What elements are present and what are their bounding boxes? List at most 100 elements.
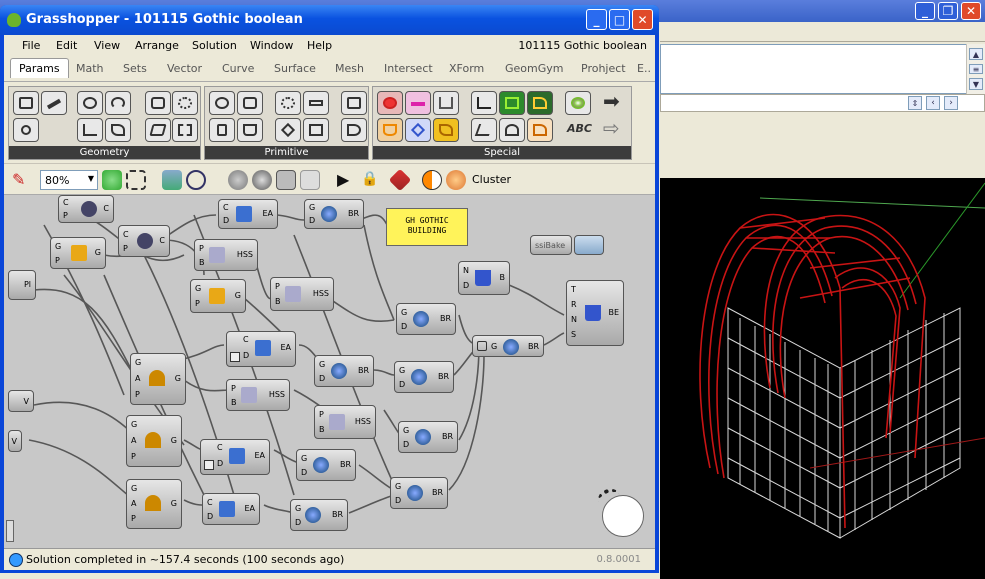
gh-minimize-button[interactable]: _ (586, 9, 607, 30)
scribble-icon[interactable] (377, 118, 403, 142)
component-gbr[interactable]: G BR (472, 335, 544, 357)
path-param-icon[interactable] (341, 91, 367, 115)
slider-icon[interactable] (405, 91, 431, 115)
tab-xform[interactable]: XForm (449, 62, 484, 75)
rhino-command-prompt[interactable]: ⇕ ‹ › (660, 94, 985, 112)
cluster-label[interactable]: Cluster (472, 173, 511, 186)
brep-param-icon[interactable] (172, 91, 198, 115)
menu-edit[interactable]: Edit (56, 39, 77, 52)
colour-swatch-icon[interactable] (565, 91, 591, 115)
gh-close-button[interactable]: ✕ (632, 9, 653, 30)
named-views-icon[interactable] (162, 170, 182, 190)
arc-param-icon[interactable] (105, 91, 131, 115)
component-cp-mid[interactable]: C P C (118, 225, 170, 257)
data-input-icon[interactable] (433, 91, 459, 115)
panel-label-geometry[interactable]: Geometry (9, 146, 200, 159)
rhino-close-button[interactable]: ✕ (961, 2, 981, 20)
bake-preview-button[interactable] (574, 235, 604, 255)
vector-param-icon[interactable] (41, 91, 67, 115)
component-gpg[interactable]: G P G (50, 237, 106, 269)
component-br-3[interactable]: G D BR (314, 355, 374, 387)
component-be[interactable]: T R N S BE (566, 280, 624, 346)
component-hss-3[interactable]: P B HSS (226, 379, 290, 411)
component-gpg-2[interactable]: G P G (190, 279, 246, 313)
component-gap-3[interactable]: G A P G (126, 479, 182, 529)
rhino-history-scrollbar[interactable]: ▲ ≡ ▼ (966, 44, 985, 94)
component-hss-1[interactable]: P B HSS (194, 239, 258, 271)
component-br-1[interactable]: G D BR (304, 199, 364, 229)
component-ndb[interactable]: N D B (458, 261, 510, 295)
delete-param-icon[interactable] (13, 118, 39, 142)
scroll-thumb[interactable]: ≡ (969, 64, 983, 74)
component-cp-top[interactable]: C P C (58, 195, 114, 223)
curve-param-icon[interactable] (105, 118, 131, 142)
group-icon[interactable] (405, 118, 431, 142)
component-br-6[interactable]: G D BR (296, 449, 356, 481)
integer-param-icon[interactable] (237, 91, 263, 115)
menu-view[interactable]: View (94, 39, 120, 52)
arrow-outline-icon[interactable]: ⇨ (600, 116, 626, 142)
rhino-restore-button[interactable]: ❐ (938, 2, 958, 20)
toggle-icon[interactable] (377, 91, 403, 115)
preview-eye-icon[interactable] (186, 170, 206, 190)
component-v-1[interactable]: V (8, 390, 34, 412)
selected-preview-icon[interactable] (276, 170, 296, 190)
menu-arrange[interactable]: Arrange (135, 39, 179, 52)
ssibake-button[interactable]: ssiBake (530, 235, 572, 255)
rhino-perspective-viewport[interactable] (660, 178, 985, 579)
mesh-param-icon[interactable] (172, 118, 198, 142)
component-gap-2[interactable]: G A P G (126, 415, 182, 467)
component-ea-2[interactable]: C D EA (226, 331, 296, 367)
zoom-extents-icon[interactable] (126, 170, 146, 190)
menu-file[interactable]: File (22, 39, 40, 52)
tab-surface[interactable]: Surface (274, 62, 316, 75)
abc-icon[interactable]: ABC (565, 118, 592, 142)
tree-icon[interactable] (499, 118, 525, 142)
component-br-5[interactable]: G D BR (398, 421, 458, 453)
tab-prohject[interactable]: Prohject (581, 62, 626, 75)
tab-params[interactable]: Params (10, 58, 69, 78)
panel-label-special[interactable]: Special (373, 146, 631, 159)
tab-math[interactable]: Math (76, 62, 104, 75)
toggle-preview-icon[interactable] (422, 170, 442, 190)
circle-param-icon[interactable] (77, 91, 103, 115)
string-param-icon[interactable] (237, 118, 263, 142)
point-param-icon[interactable] (13, 91, 39, 115)
wireframe-preview-icon[interactable] (228, 170, 248, 190)
rhino-command-history[interactable] (660, 44, 985, 94)
tab-curve[interactable]: Curve (222, 62, 254, 75)
component-v-2[interactable]: V (8, 430, 22, 452)
surface-param-icon[interactable] (145, 118, 171, 142)
menu-help[interactable]: Help (307, 39, 332, 52)
component-hss-2[interactable]: P B HSS (270, 277, 334, 311)
run-solution-icon[interactable]: ▶ (334, 170, 354, 190)
arrow-right-icon[interactable]: ➡ (600, 89, 626, 115)
rhino-minimize-button[interactable]: _ (915, 2, 935, 20)
scroll-down-icon[interactable]: ▼ (969, 78, 983, 90)
gh-gothic-building-note[interactable]: GH GOTHIC BUILDING (386, 208, 468, 246)
tab-geomgym[interactable]: GeomGym (505, 62, 564, 75)
component-ea-1[interactable]: C D EA (218, 199, 278, 229)
tab-intersect[interactable]: Intersect (384, 62, 433, 75)
bake-icon[interactable] (388, 168, 412, 192)
boolean-param-icon[interactable] (209, 91, 235, 115)
matrix-param-icon[interactable] (303, 118, 329, 142)
gh-maximize-button[interactable]: □ (609, 9, 630, 30)
tab-more[interactable]: E.. (637, 62, 651, 75)
menu-window[interactable]: Window (250, 39, 293, 52)
component-ea-3[interactable]: C D EA (200, 439, 270, 475)
zoom-icon[interactable] (102, 170, 122, 190)
panel-note-icon[interactable] (433, 118, 459, 142)
component-br-8[interactable]: G D BR (290, 499, 348, 531)
gh-canvas[interactable]: C P C G P G C P C Pl C D EA G D BR P B H… (4, 195, 655, 548)
spin-icon[interactable]: ⇕ (908, 96, 922, 110)
no-preview-icon[interactable] (300, 170, 320, 190)
gradient-icon[interactable] (499, 91, 525, 115)
bar-graph-icon[interactable] (471, 118, 497, 142)
menu-solution[interactable]: Solution (192, 39, 237, 52)
tab-vector[interactable]: Vector (167, 62, 202, 75)
component-ea-4[interactable]: C D EA (202, 493, 260, 525)
canvas-left-tab[interactable] (6, 520, 14, 542)
component-br-2[interactable]: G D BR (396, 303, 456, 335)
gh-title-bar[interactable]: Grasshopper - 101115 Gothic boolean _ □ … (0, 5, 659, 35)
